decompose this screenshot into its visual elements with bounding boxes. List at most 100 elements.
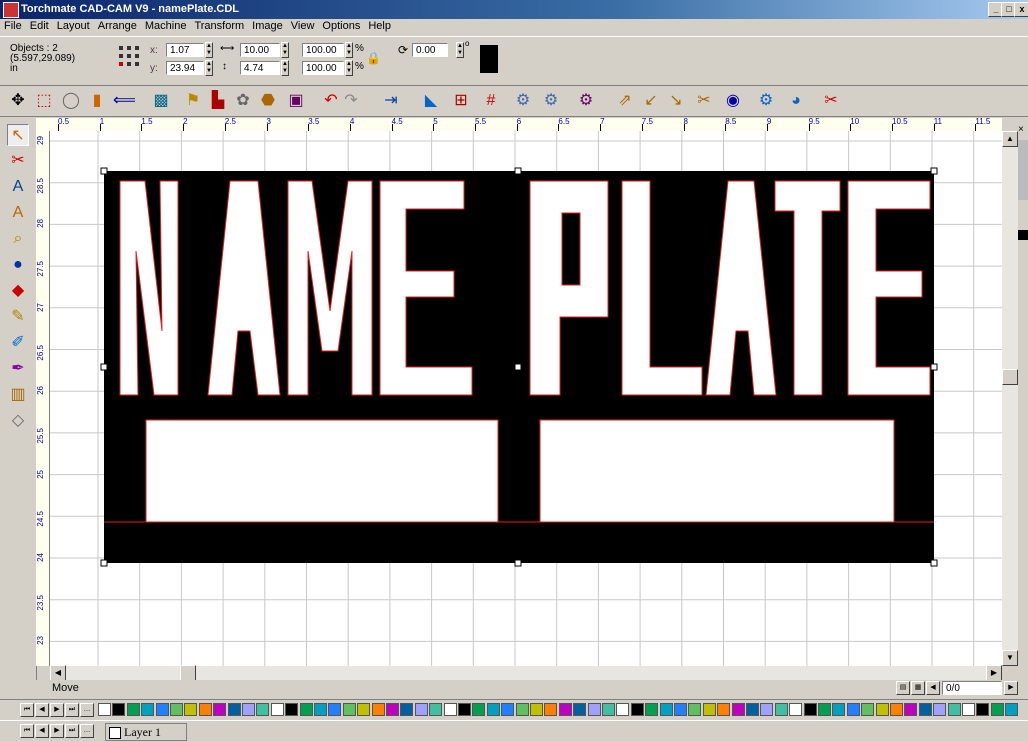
color-swatch-item[interactable] <box>501 703 515 716</box>
selection-handle[interactable] <box>930 559 938 567</box>
pointer-icon[interactable]: ↖ <box>7 124 29 146</box>
color-swatch-item[interactable] <box>270 703 284 716</box>
y-spinner[interactable]: ▲ ▼ <box>205 60 213 76</box>
fillbucket-icon[interactable]: ◇ <box>7 410 29 432</box>
color-swatch-item[interactable] <box>746 703 759 716</box>
scale-x-spinner[interactable]: ▲ ▼ <box>345 42 353 58</box>
menu-file[interactable]: File <box>0 19 26 32</box>
tool3-icon[interactable]: ⚙ <box>575 90 597 112</box>
pencil-icon[interactable]: ✎ <box>7 306 29 328</box>
color-swatch-item[interactable] <box>227 703 241 716</box>
palette-last-button[interactable]: ⏭ <box>65 703 79 717</box>
color-swatch-item[interactable] <box>371 703 385 716</box>
page-next-button[interactable]: ▶ <box>1004 681 1018 695</box>
color-swatch-item[interactable] <box>674 703 687 716</box>
grid-snap-icon[interactable]: ⊞ <box>450 90 472 112</box>
color-swatch-item[interactable] <box>256 703 270 716</box>
layer-tab[interactable]: Layer 1 <box>105 723 187 741</box>
menu-options[interactable]: Options <box>318 19 364 32</box>
scale-y-spinner[interactable]: ▲ ▼ <box>345 60 353 76</box>
page-prev-button[interactable]: ◀ <box>926 681 940 695</box>
color-swatch-item[interactable] <box>242 703 255 716</box>
target-icon[interactable]: ◉ <box>722 90 744 112</box>
layer-icon[interactable]: ▣ <box>285 90 307 112</box>
tool1-icon[interactable]: ⚙ <box>512 90 534 112</box>
color-swatch-item[interactable] <box>630 703 644 716</box>
exit-icon[interactable]: ⇥ <box>380 90 402 112</box>
tool5-icon[interactable]: ◕ <box>785 90 807 112</box>
color-swatch-item[interactable] <box>659 703 673 716</box>
color-swatch-item[interactable] <box>170 703 183 716</box>
color-swatch-item[interactable] <box>774 703 788 716</box>
path-icon[interactable]: ⇗ <box>614 90 636 112</box>
color-swatch-item[interactable] <box>155 703 169 716</box>
rotation-field[interactable]: 0.00 <box>412 43 448 57</box>
menu-view[interactable]: View <box>287 19 319 32</box>
kerf-icon[interactable]: ▙ <box>207 90 229 112</box>
menu-help[interactable]: Help <box>364 19 395 32</box>
selection-handle[interactable] <box>514 363 522 371</box>
close-panel-icon[interactable]: × <box>1018 124 1028 135</box>
name-field-box-1[interactable] <box>145 419 499 523</box>
close-button[interactable]: x <box>1014 2 1028 17</box>
brush-icon[interactable]: ✒ <box>7 358 29 380</box>
color-swatch-item[interactable] <box>184 703 198 716</box>
x-spinner[interactable]: ▲ ▼ <box>205 42 213 58</box>
layer-last-button[interactable]: ⏭ <box>65 724 79 738</box>
color-swatch-item[interactable] <box>846 703 860 716</box>
color-swatch-item[interactable] <box>400 703 414 716</box>
panel-nav-icon[interactable] <box>1018 140 1028 200</box>
height-spinner[interactable]: ▲ ▼ <box>281 60 289 76</box>
color-swatch-item[interactable] <box>947 703 961 716</box>
plate-icon[interactable]: ▩ <box>150 90 172 112</box>
color-swatch-item[interactable] <box>472 703 486 716</box>
color-swatch-item[interactable] <box>342 703 356 716</box>
zoom-icon[interactable]: ⌕ <box>7 228 29 250</box>
scroll-thumb-vertical[interactable] <box>1002 369 1018 385</box>
selection-handle[interactable] <box>100 167 108 175</box>
tool2-icon[interactable]: ⚙ <box>540 90 562 112</box>
height-field[interactable]: 4.74 <box>240 61 280 75</box>
move-icon[interactable]: ✥ <box>7 90 29 112</box>
color-swatch-item[interactable] <box>558 703 572 716</box>
cut-icon[interactable]: ✂ <box>693 90 715 112</box>
layer-prev-button[interactable]: ◀ <box>35 724 49 738</box>
color-swatch-item[interactable] <box>299 703 313 716</box>
drawing-canvas[interactable] <box>50 131 1002 666</box>
color-swatch-item[interactable] <box>645 703 659 716</box>
fill-icon[interactable]: ▮ <box>86 90 108 112</box>
color-swatch[interactable] <box>480 45 498 73</box>
color-swatch-item[interactable] <box>818 703 831 716</box>
bucket-icon[interactable]: ⬣ <box>257 90 279 112</box>
scroll-down-button[interactable]: ▼ <box>1002 650 1018 666</box>
color-swatch-item[interactable] <box>904 703 918 716</box>
color-swatch-item[interactable] <box>530 703 543 716</box>
selection-handle[interactable] <box>930 363 938 371</box>
scroll-up-button[interactable]: ▲ <box>1002 131 1018 147</box>
undo-icon[interactable]: ↶ <box>320 90 342 112</box>
vertical-scrollbar[interactable]: ▲ ▼ <box>1002 131 1018 666</box>
color-swatch-item[interactable] <box>616 703 630 716</box>
menu-transform[interactable]: Transform <box>190 19 248 32</box>
circle-icon[interactable]: ◯ <box>60 90 82 112</box>
color-swatch-item[interactable] <box>573 703 587 716</box>
color-swatch-item[interactable] <box>328 703 342 716</box>
redo-icon[interactable]: ↷ <box>340 90 362 112</box>
x-position-field[interactable]: 1.07 <box>166 43 204 57</box>
color-swatch-item[interactable] <box>717 703 731 716</box>
palette-next-button[interactable]: ▶ <box>50 703 64 717</box>
color-swatch-item[interactable] <box>213 703 227 716</box>
selection-handle[interactable] <box>514 559 522 567</box>
menu-layout[interactable]: Layout <box>53 19 94 32</box>
panel-swatch-icon[interactable] <box>1018 230 1028 240</box>
palette-prev-button[interactable]: ◀ <box>35 703 49 717</box>
nest-icon[interactable]: ⟸ <box>113 90 136 112</box>
lock-icon[interactable]: 🔒 <box>366 51 381 65</box>
tool4-icon[interactable]: ⚙ <box>755 90 777 112</box>
color-swatch-item[interactable] <box>990 703 1004 716</box>
menu-image[interactable]: Image <box>248 19 287 32</box>
flag-icon[interactable]: ⚑ <box>182 90 204 112</box>
color-swatch-item[interactable] <box>386 703 399 716</box>
color-swatch-item[interactable] <box>602 703 615 716</box>
leadin-icon[interactable]: ↙ <box>640 90 662 112</box>
